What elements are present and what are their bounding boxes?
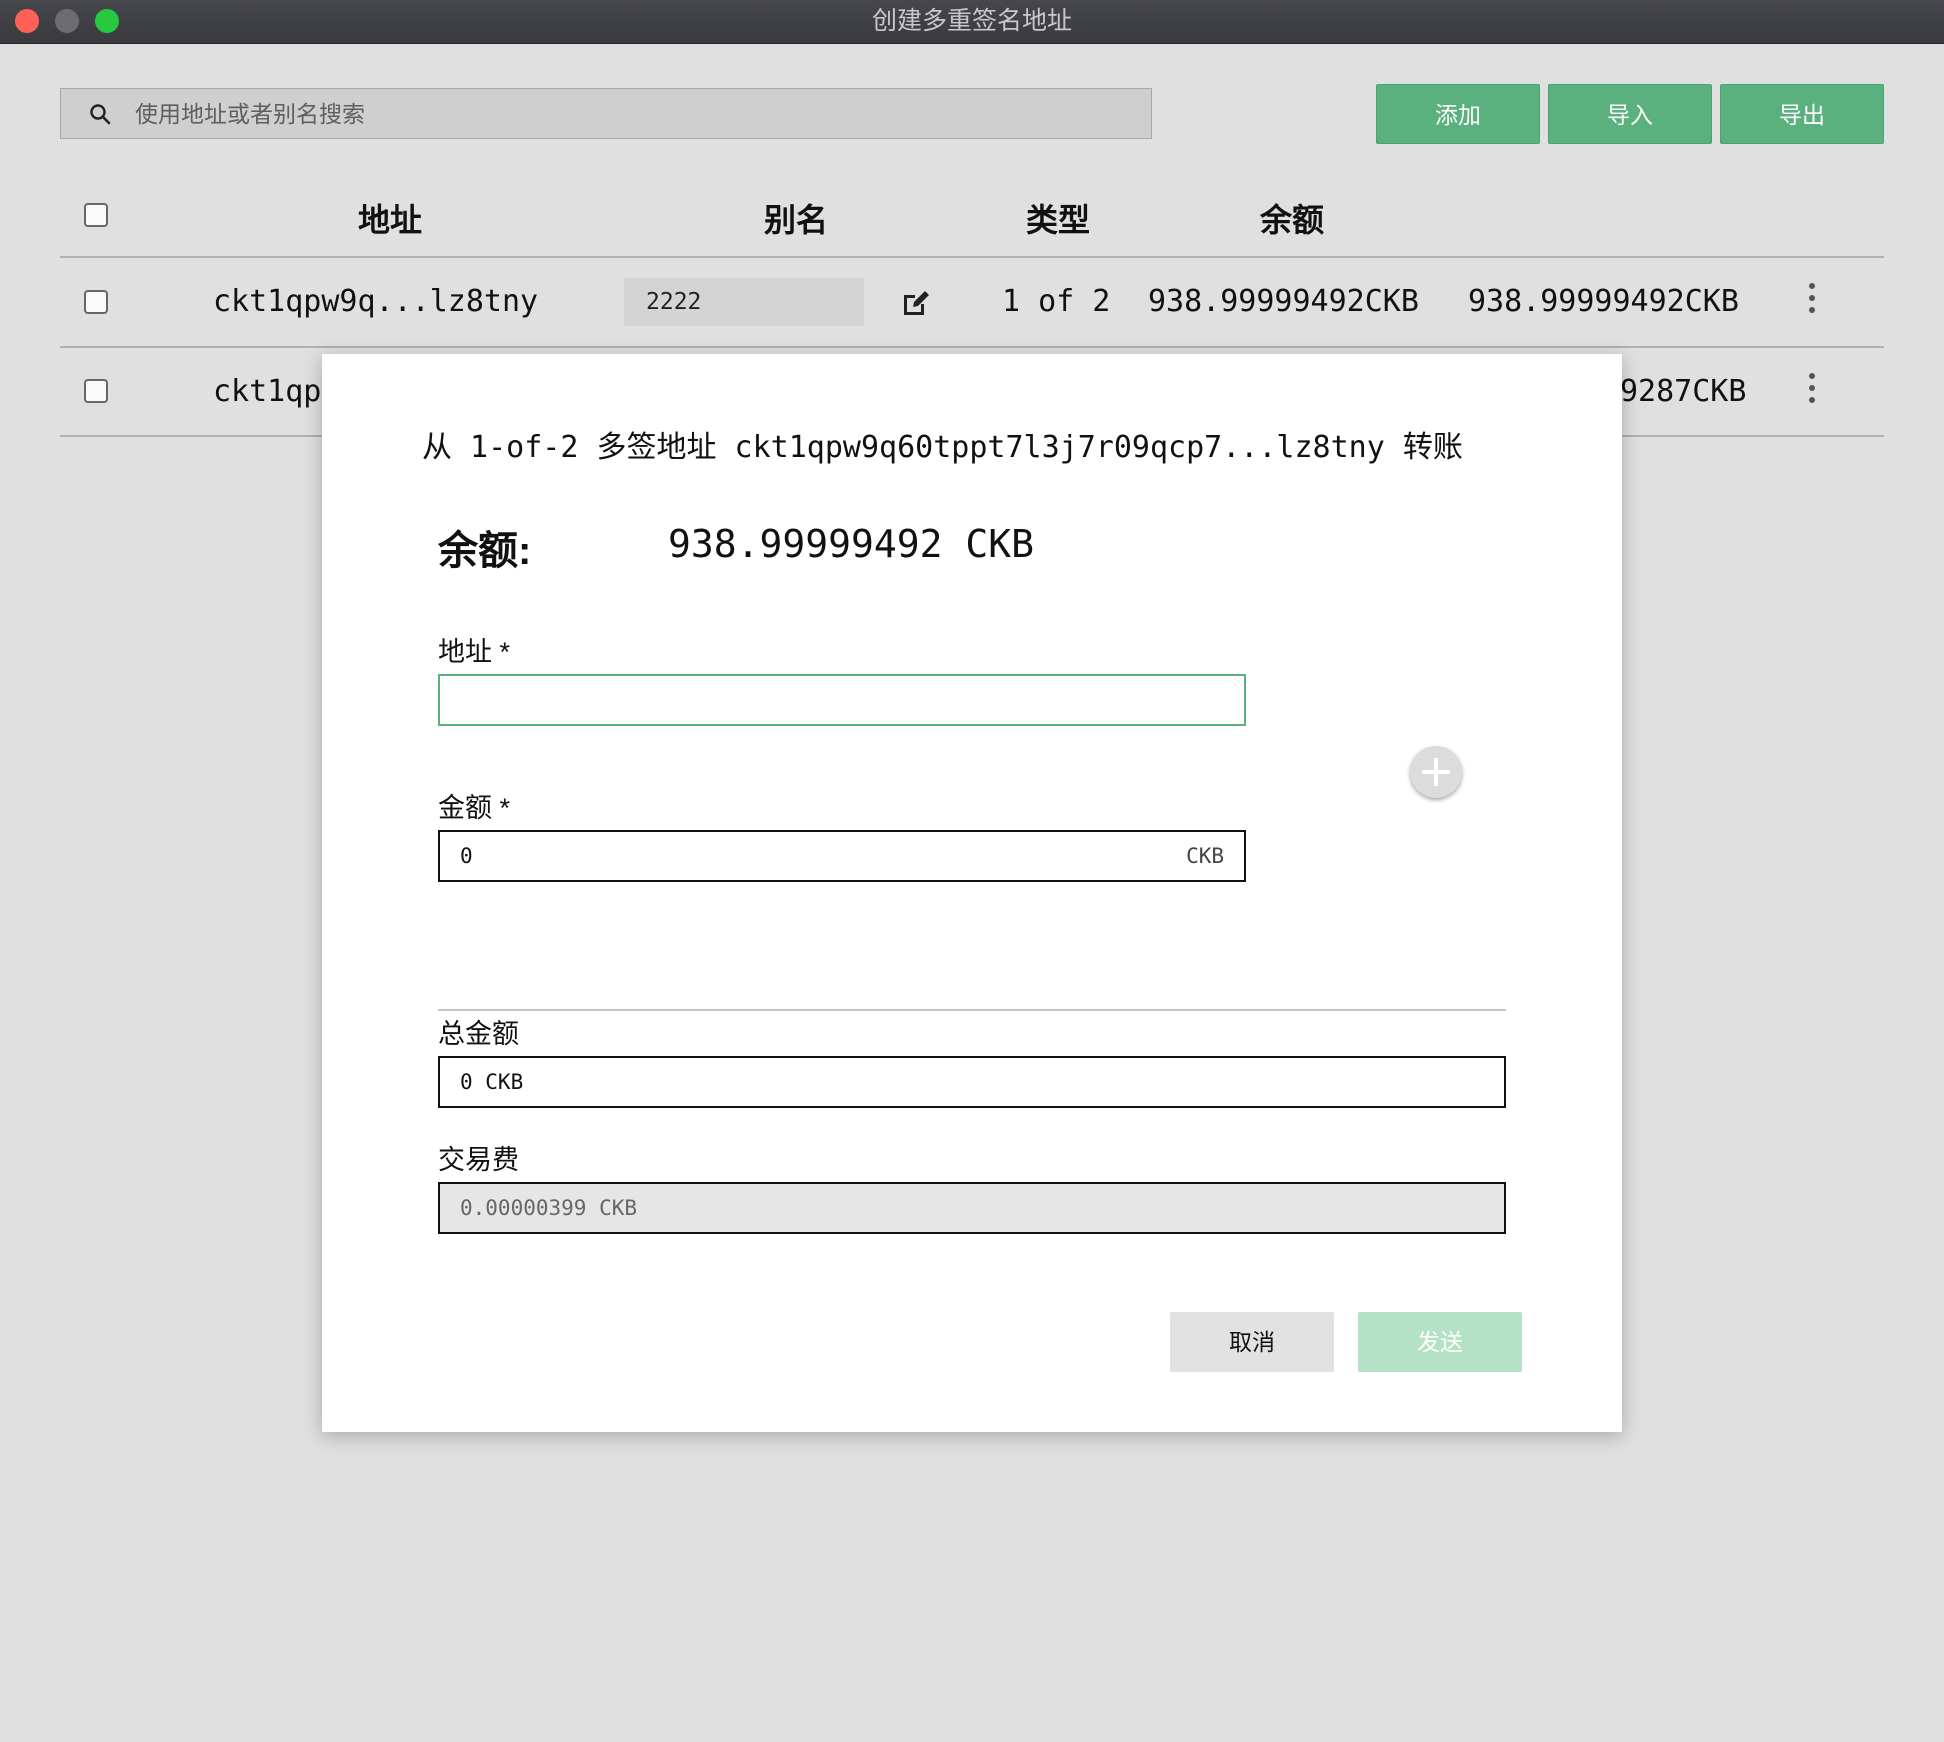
- edit-icon[interactable]: [900, 287, 932, 319]
- column-header-address: 地址: [358, 202, 423, 238]
- fee-label: 交易费: [438, 1145, 519, 1175]
- address-field[interactable]: [438, 674, 1246, 726]
- transfer-dialog: 从 1-of-2 多签地址 ckt1qpw9q60tppt7l3j7r09qcp…: [322, 354, 1622, 1432]
- amount-field[interactable]: CKB: [438, 830, 1246, 882]
- row-divider: [60, 346, 1884, 348]
- fee-field: 0.00000399 CKB: [438, 1182, 1506, 1234]
- header-divider: [60, 256, 1884, 258]
- add-recipient-button[interactable]: [1410, 746, 1462, 798]
- more-options-icon[interactable]: [1809, 283, 1815, 319]
- balance-value: 938.99999492 CKB: [668, 522, 1035, 566]
- add-button[interactable]: 添加: [1376, 84, 1540, 144]
- column-header-balance: 余额: [1260, 202, 1325, 238]
- address-input[interactable]: [440, 676, 1244, 724]
- window-title: 创建多重签名地址: [871, 7, 1072, 35]
- total-field: 0 CKB: [438, 1056, 1506, 1108]
- row-balance-secondary: 938.99999492CKB: [1468, 284, 1739, 319]
- search-icon: [90, 104, 111, 125]
- window-title-bar: 创建多重签名地址: [0, 0, 1944, 44]
- row-type: 1 of 2: [1002, 284, 1111, 319]
- column-header-type: 类型: [1026, 202, 1091, 238]
- row-balance: 938.99999492CKB: [1148, 284, 1419, 319]
- address-label: 地址 *: [438, 637, 511, 667]
- cancel-button[interactable]: 取消: [1170, 1312, 1334, 1372]
- row-address[interactable]: ckt1qp: [213, 374, 321, 409]
- row-alias-field[interactable]: 2222: [624, 278, 864, 326]
- row-checkbox[interactable]: [84, 290, 108, 314]
- fee-value: 0.00000399 CKB: [460, 1196, 638, 1220]
- dialog-divider: [438, 1009, 1506, 1011]
- row-balance-secondary: 9287CKB: [1620, 374, 1747, 409]
- search-box[interactable]: [60, 88, 1152, 140]
- row-address[interactable]: ckt1qpw9q...lz8tny: [213, 284, 538, 319]
- total-label: 总金额: [438, 1019, 519, 1049]
- column-header-alias: 别名: [764, 202, 829, 238]
- more-options-icon[interactable]: [1809, 373, 1815, 409]
- export-button[interactable]: 导出: [1720, 84, 1884, 144]
- search-input[interactable]: [133, 89, 1137, 140]
- balance-label: 余额:: [438, 529, 532, 573]
- select-all-checkbox[interactable]: [84, 203, 108, 227]
- amount-label: 金额 *: [438, 793, 511, 823]
- import-button[interactable]: 导入: [1548, 84, 1712, 144]
- row-checkbox[interactable]: [84, 379, 108, 403]
- amount-input[interactable]: [440, 832, 1244, 880]
- dialog-title: 从 1-of-2 多签地址 ckt1qpw9q60tppt7l3j7r09qcp…: [422, 430, 1463, 465]
- amount-unit: CKB: [1186, 844, 1224, 868]
- send-button[interactable]: 发送: [1358, 1312, 1522, 1372]
- total-value: 0 CKB: [460, 1070, 524, 1094]
